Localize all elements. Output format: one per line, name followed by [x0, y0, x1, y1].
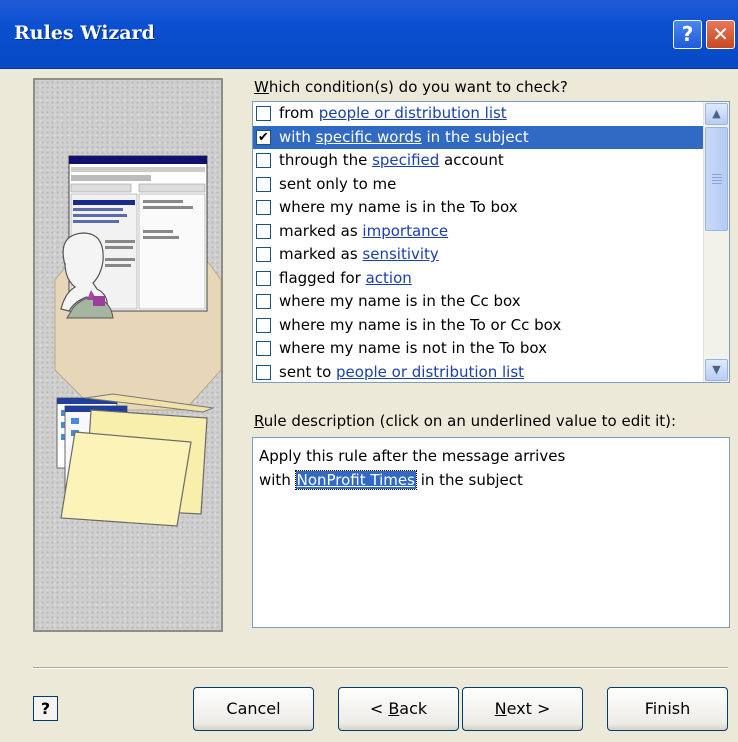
condition-text: marked as: [279, 245, 363, 263]
condition-text: where my name is in the To or Cc box: [279, 315, 562, 334]
condition-text-suffix: account: [439, 151, 504, 169]
condition-text: with: [279, 127, 316, 146]
condition-link[interactable]: sensitivity: [362, 245, 438, 263]
thumb-grip: [712, 183, 722, 184]
thumb-grip: [712, 180, 722, 181]
condition-item[interactable]: sent only to me: [253, 173, 703, 197]
condition-item[interactable]: ✔ with specific words in the subject: [253, 125, 703, 149]
condition-item[interactable]: where my name is in the To box: [253, 196, 703, 220]
condition-item[interactable]: where my name is in the Cc box: [253, 290, 703, 314]
description-line-1: Apply this rule after the message arrive…: [259, 447, 566, 465]
description-label: Rule description (click on an underlined…: [254, 412, 676, 430]
condition-checkbox[interactable]: [256, 341, 271, 356]
scroll-down-icon[interactable]: ▼: [705, 359, 728, 381]
context-help-icon[interactable]: ?: [33, 696, 58, 721]
condition-checkbox[interactable]: [256, 176, 271, 192]
condition-checkbox[interactable]: ✔: [256, 129, 271, 145]
condition-link[interactable]: action: [366, 269, 412, 287]
condition-text: where my name is not in the To box: [279, 339, 547, 357]
condition-text: sent to: [279, 362, 337, 381]
next-button-rest: ext >: [506, 699, 551, 718]
finish-button[interactable]: Finish: [607, 687, 728, 731]
condition-text: flagged for: [279, 268, 366, 287]
description-line-2-suffix: in the subject: [415, 471, 523, 489]
condition-item[interactable]: marked as importance: [253, 220, 703, 244]
condition-link[interactable]: people or distribution list: [336, 363, 524, 381]
condition-checkbox[interactable]: [256, 247, 271, 262]
thumb-grip: [712, 174, 722, 175]
condition-link[interactable]: importance: [362, 222, 448, 240]
wizard-illustration-image: [54, 155, 221, 527]
rule-description-box[interactable]: Apply this rule after the message arrive…: [252, 437, 730, 628]
condition-item[interactable]: where my name is in the To or Cc box: [253, 314, 703, 338]
conditions-prompt-text: hich condition(s) do you want to check?: [268, 78, 568, 96]
condition-checkbox[interactable]: [256, 223, 271, 239]
next-button-accesskey: N: [494, 699, 507, 718]
condition-link[interactable]: specified: [372, 151, 439, 169]
description-value-link[interactable]: NonProfit Times: [294, 470, 417, 490]
back-button-prefix: <: [369, 699, 389, 718]
description-label-text: ule description (click on an underlined …: [263, 412, 677, 430]
scroll-thumb[interactable]: [705, 127, 728, 231]
condition-link[interactable]: people or distribution list: [319, 104, 507, 122]
wizard-illustration: [33, 78, 223, 632]
close-button[interactable]: ✕: [706, 20, 735, 49]
conditions-scrollbar[interactable]: ▲ ▼: [703, 102, 729, 382]
condition-text: sent only to me: [279, 174, 397, 193]
condition-item[interactable]: sent to people or distribution list: [253, 361, 703, 383]
condition-checkbox[interactable]: [256, 153, 271, 168]
condition-text: where my name is in the To box: [279, 198, 518, 216]
cancel-button[interactable]: Cancel: [193, 687, 314, 731]
condition-checkbox[interactable]: [256, 270, 271, 286]
condition-text: from: [279, 104, 319, 122]
condition-item[interactable]: through the specified account: [253, 149, 703, 173]
condition-item[interactable]: flagged for action: [253, 267, 703, 291]
back-button[interactable]: < Back: [338, 687, 459, 731]
title-bar: Rules Wizard ? ✕: [0, 0, 738, 69]
conditions-rows: from people or distribution list ✔ with sp…: [253, 102, 703, 383]
footer-separator: [33, 667, 728, 669]
window-title: Rules Wizard: [14, 22, 155, 44]
condition-text-suffix: in the subject: [421, 127, 529, 146]
condition-item[interactable]: from people or distribution list: [253, 102, 703, 126]
scroll-up-icon[interactable]: ▲: [705, 103, 728, 125]
description-line-2: with NonProfit Times in the subject: [259, 468, 723, 492]
condition-checkbox[interactable]: [256, 106, 271, 121]
condition-checkbox[interactable]: [256, 317, 271, 333]
condition-item[interactable]: marked as sensitivity: [253, 243, 703, 267]
condition-item[interactable]: where my name is not in the To box: [253, 337, 703, 361]
condition-checkbox[interactable]: [256, 200, 271, 215]
condition-checkbox[interactable]: [256, 294, 271, 309]
next-button[interactable]: Next >: [462, 687, 583, 731]
back-button-accesskey: B: [388, 699, 400, 718]
conditions-prompt-accesskey: W: [254, 78, 269, 96]
back-button-rest: ack: [399, 699, 428, 718]
condition-text: marked as: [279, 221, 363, 240]
conditions-prompt: Which condition(s) do you want to check?: [254, 78, 568, 96]
thumb-grip: [712, 177, 722, 178]
condition-link[interactable]: specific words: [316, 128, 422, 146]
description-label-accesskey: R: [254, 412, 264, 430]
condition-text: through the: [279, 151, 373, 169]
conditions-list[interactable]: from people or distribution list ✔ with sp…: [252, 101, 730, 383]
condition-checkbox[interactable]: [256, 364, 271, 380]
help-button[interactable]: ?: [673, 20, 702, 49]
description-line-2-prefix: with: [259, 471, 296, 489]
condition-text: where my name is in the Cc box: [279, 292, 521, 310]
